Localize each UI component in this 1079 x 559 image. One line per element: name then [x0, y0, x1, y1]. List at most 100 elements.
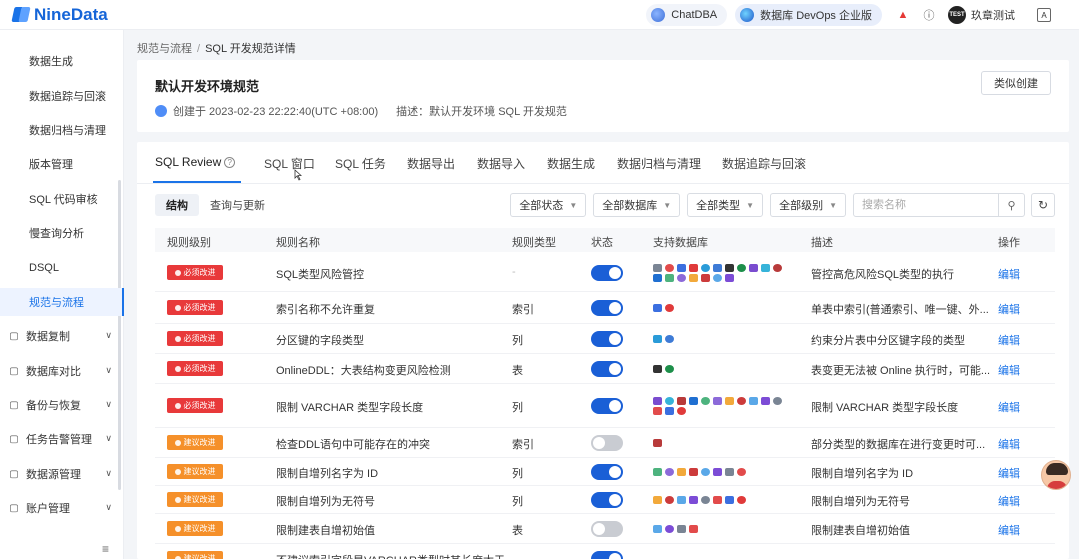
sidebar-item[interactable]: 数据归档与清理 [0, 116, 124, 144]
tab[interactable]: 数据导入 [477, 155, 525, 172]
sidebar-item[interactable]: 规范与流程 [0, 288, 124, 316]
assistant-avatar[interactable] [1041, 460, 1071, 490]
tab[interactable]: 数据导出 [407, 155, 455, 172]
sidebar-item[interactable]: 数据生成 [0, 47, 124, 75]
database-icon [773, 264, 782, 272]
breadcrumb-parent[interactable]: 规范与流程 [137, 43, 192, 55]
tab[interactable]: SQL 窗口 [264, 155, 315, 172]
tab[interactable]: SQL Review? [155, 155, 236, 169]
table-row: 建议改进 限制自增列名字为 ID 列 限制自增列名字为 ID 编辑 [155, 458, 1055, 486]
rule-name: 限制自增列为无符号 [276, 496, 375, 508]
rule-name: 分区键的字段类型 [276, 335, 364, 347]
status-toggle[interactable] [591, 521, 623, 537]
rule-description: 限制 VARCHAR 类型字段长度 [811, 402, 959, 414]
database-icon [701, 274, 710, 282]
rule-type: 列 [512, 335, 523, 347]
table-row: 建议改进 限制自增列为无符号 列 限制自增列为无符号 编辑 [155, 486, 1055, 514]
rule-description: 约束分片表中分区键字段的类型 [811, 335, 965, 347]
edit-link[interactable]: 编辑 [998, 436, 1020, 452]
edit-link[interactable]: 编辑 [998, 399, 1020, 415]
edit-link[interactable]: 编辑 [998, 301, 1020, 317]
database-icon [653, 468, 662, 476]
username[interactable]: 玖章测试 [971, 7, 1015, 23]
sidebar-item[interactable]: ▢ 数据复制 ∨ [0, 322, 124, 350]
tab-label: SQL Review [155, 155, 222, 169]
database-icon [677, 264, 686, 272]
search-icon[interactable]: ⚲ [998, 194, 1024, 216]
search-input[interactable] [854, 194, 994, 216]
edit-link[interactable]: 编辑 [998, 522, 1020, 538]
sidebar-item[interactable]: ▢ 数据源管理 ∨ [0, 460, 124, 488]
status-toggle[interactable] [591, 300, 623, 316]
database-icon [653, 304, 662, 312]
help-icon[interactable]: ⓘ [921, 7, 937, 23]
sidebar-item[interactable]: ▢ 备份与恢复 ∨ [0, 391, 124, 419]
database-icon [665, 468, 674, 476]
collapse-sidebar-icon[interactable]: ≡ [102, 542, 109, 556]
sidebar-item[interactable]: 慢查询分析 [0, 219, 124, 247]
status-toggle[interactable] [591, 492, 623, 508]
sidebar-item[interactable]: ▢ 数据库对比 ∨ [0, 357, 124, 385]
status-toggle[interactable] [591, 435, 623, 451]
status-select[interactable]: 全部状态 ▼ [510, 193, 587, 217]
database-icon [773, 397, 782, 405]
status-toggle[interactable] [591, 398, 623, 414]
similar-create-button[interactable]: 类似创建 [981, 71, 1051, 95]
database-icon [677, 274, 686, 282]
database-icon [677, 397, 686, 405]
tab[interactable]: 数据追踪与回滚 [722, 155, 806, 172]
database-icon [653, 525, 662, 533]
sidebar: ≡ 数据生成数据追踪与回滚数据归档与清理 版本管理 SQL 代码审核 慢查询分析 DSQ… [0, 30, 124, 559]
logo[interactable]: NineData [12, 5, 130, 25]
status-toggle[interactable] [591, 361, 623, 377]
type-select[interactable]: 全部类型 ▼ [687, 193, 764, 217]
database-icon [725, 264, 734, 272]
rule-name: SQL类型风险管控 [276, 269, 365, 281]
database-select[interactable]: 全部数据库 ▼ [593, 193, 681, 217]
edit-link[interactable]: 编辑 [998, 266, 1020, 282]
top-bar: NineData ChatDBA 数据库 DevOps 企业版 ▲ ⓘ TEST… [0, 0, 1079, 30]
sidebar-item[interactable]: ▢ 账户管理 ∨ [0, 494, 124, 522]
alarm-icon: ▢ [9, 433, 19, 445]
level-badge: 必须改进 [167, 331, 223, 346]
edition-button[interactable]: 数据库 DevOps 企业版 [735, 4, 882, 26]
spec-description: 描述：默认开发环境 SQL 开发规范 [396, 106, 567, 118]
column-header: 状态 [591, 237, 613, 249]
status-toggle[interactable] [591, 464, 623, 480]
sidebar-item[interactable]: 数据追踪与回滚 [0, 82, 124, 110]
sidebar-item[interactable]: SQL 代码审核 [0, 185, 124, 213]
edit-link[interactable]: 编辑 [998, 362, 1020, 378]
status-toggle[interactable] [591, 265, 623, 281]
tab[interactable]: 数据生成 [547, 155, 595, 172]
subtab-bar: 结构 查询与更新 [155, 194, 276, 216]
tab-label: 数据生成 [547, 157, 596, 171]
status-toggle[interactable] [591, 551, 623, 559]
help-icon[interactable]: ? [224, 157, 236, 168]
subtab-structure[interactable]: 结构 [155, 194, 199, 216]
database-icon [737, 397, 746, 405]
database-icon [653, 407, 662, 415]
supported-databases [653, 396, 793, 416]
avatar[interactable]: TEST [948, 6, 966, 24]
rule-name: 不建议索引字段是VARCHAR类型时其长度太于 [276, 552, 505, 559]
sidebar-item[interactable]: DSQL [0, 254, 124, 282]
subtab-query-update[interactable]: 查询与更新 [199, 194, 276, 216]
status-toggle[interactable] [591, 331, 623, 347]
level-select[interactable]: 全部级别 ▼ [770, 193, 846, 217]
language-icon[interactable]: A [1037, 8, 1051, 22]
sidebar-item[interactable]: 版本管理 [0, 150, 124, 178]
edit-link[interactable]: 编辑 [998, 332, 1020, 348]
tab[interactable]: 数据归档与清理 [617, 155, 701, 172]
refresh-button[interactable]: ↻ [1031, 193, 1055, 217]
chatdba-button[interactable]: ChatDBA [646, 4, 728, 26]
database-icon [761, 264, 770, 272]
bell-icon[interactable]: ▲ [895, 7, 911, 23]
edit-link[interactable]: 编辑 [998, 493, 1020, 509]
breadcrumb-current: SQL 开发规范详情 [205, 43, 296, 55]
sidebar-item[interactable]: ▢ 任务告警管理 ∨ [0, 425, 124, 453]
edit-link[interactable]: 编辑 [998, 465, 1020, 481]
rule-description: 限制自增列为无符号 [811, 496, 910, 508]
supported-databases [653, 364, 793, 374]
tab[interactable]: SQL 任务 [335, 155, 386, 172]
sidebar-item-label: 数据追踪与回滚 [29, 91, 106, 103]
